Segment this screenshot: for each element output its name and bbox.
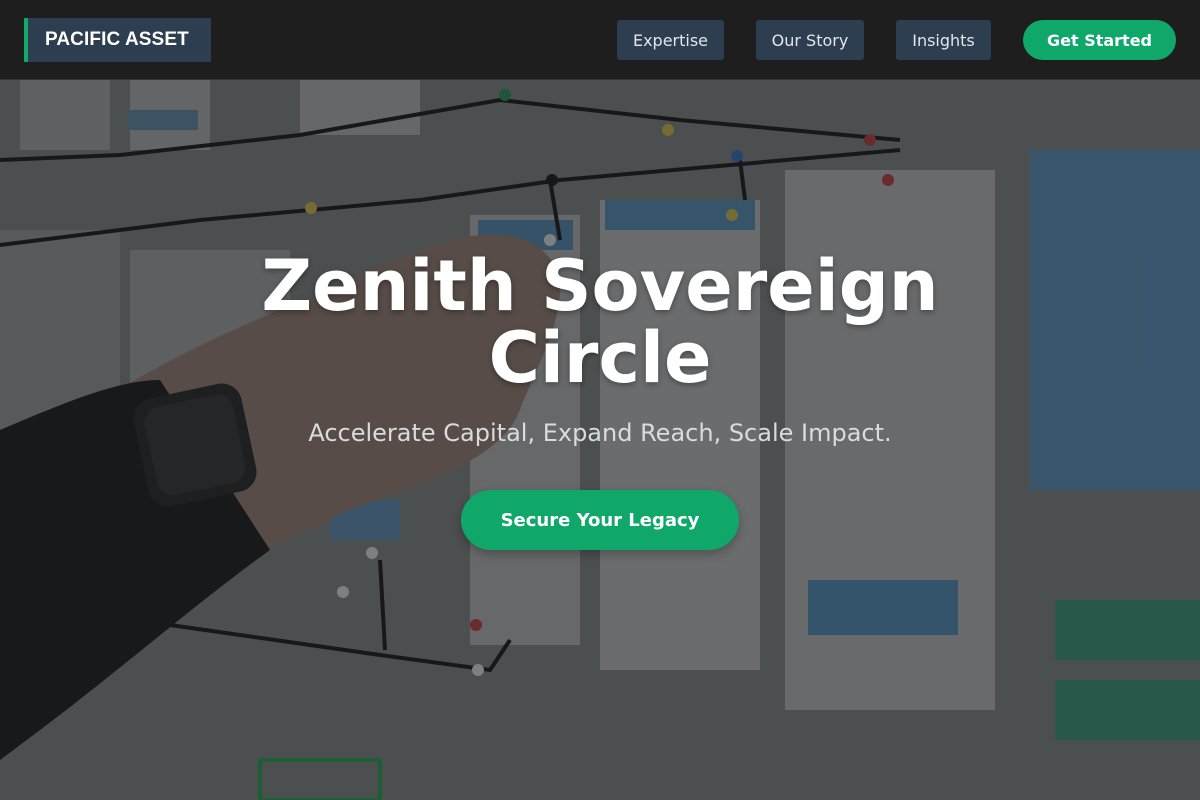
get-started-button[interactable]: Get Started	[1023, 20, 1176, 60]
nav-link-insights[interactable]: Insights	[896, 20, 991, 60]
hero-title-line2: Circle	[488, 317, 712, 399]
secure-legacy-button[interactable]: Secure Your Legacy	[461, 490, 739, 550]
nav-link-our-story[interactable]: Our Story	[756, 20, 864, 60]
hero-title: Zenith Sovereign Circle	[200, 250, 1000, 394]
nav-link-expertise[interactable]: Expertise	[617, 20, 724, 60]
hero-subtitle: Accelerate Capital, Expand Reach, Scale …	[308, 419, 892, 447]
brand-logo[interactable]: PACIFIC ASSET	[24, 18, 211, 62]
navbar: PACIFIC ASSET Expertise Our Story Insigh…	[0, 0, 1200, 80]
hero-title-line1: Zenith Sovereign	[261, 245, 939, 327]
hero-content: Zenith Sovereign Circle Accelerate Capit…	[0, 80, 1200, 800]
hero-section: Zenith Sovereign Circle Accelerate Capit…	[0, 80, 1200, 800]
